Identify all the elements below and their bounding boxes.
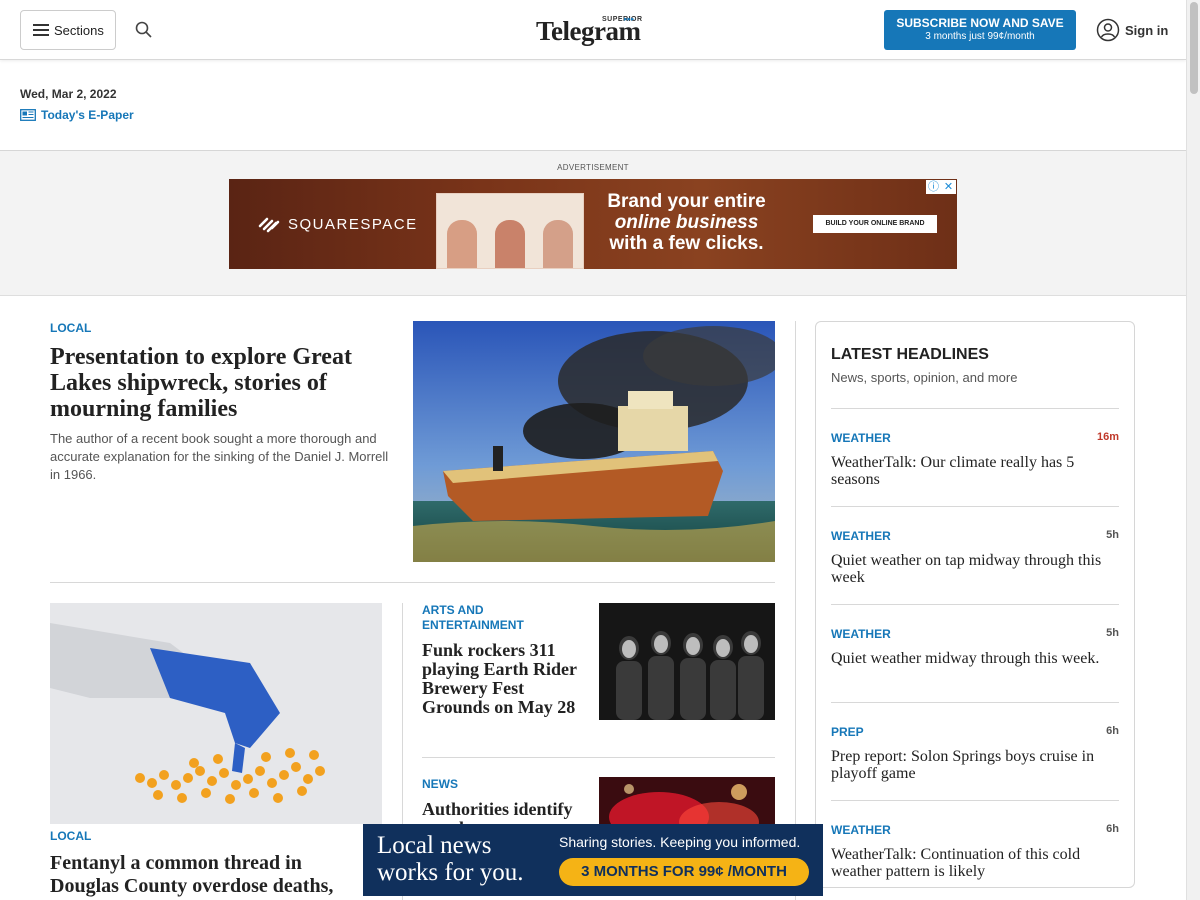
headline-title[interactable]: Quiet weather on tap midway through this… (831, 552, 1119, 586)
sign-in-link[interactable]: Sign in (1096, 18, 1168, 42)
subscribe-headline: SUBSCRIBE NOW AND SAVE (896, 16, 1064, 30)
lead-story-kicker[interactable]: LOCAL (50, 321, 91, 335)
story-headline[interactable]: Fentanyl a common thread in Douglas Coun… (50, 852, 370, 900)
ad-headline-line-1: Local news (377, 832, 492, 859)
page-scrollbar[interactable] (1186, 0, 1200, 900)
subscription-ad[interactable]: Local news works for you. Sharing storie… (363, 824, 823, 896)
e-paper-label: Today's E-Paper (41, 108, 134, 122)
sidebar-subtitle: News, sports, opinion, and more (831, 370, 1018, 385)
ad-copy: Brand your entire online business with a… (599, 191, 774, 254)
headline-item[interactable]: WEATHER 5h Quiet weather on tap midway t… (831, 506, 1119, 604)
headline-title[interactable]: Quiet weather midway through this week. (831, 650, 1119, 667)
headline-kicker[interactable]: WEATHER (831, 529, 891, 543)
shipwreck-freighter-image[interactable] (413, 321, 775, 562)
scrollbar-thumb[interactable] (1190, 2, 1198, 94)
headline-kicker[interactable]: WEATHER (831, 627, 891, 641)
sections-menu-button[interactable]: Sections (20, 10, 116, 50)
ad-copy-line-3: with a few clicks. (609, 233, 764, 254)
band-photo-image[interactable] (599, 603, 775, 720)
column-divider (795, 321, 796, 900)
ad-tagline: Sharing stories. Keeping you informed. (559, 834, 801, 850)
latest-headlines-panel: LATEST HEADLINES News, sports, opinion, … (815, 321, 1135, 888)
ad-copy-line-2: online business (614, 212, 759, 233)
squarespace-ad[interactable]: SQUARESPACE Brand your entire online bus… (229, 179, 957, 269)
story-headline[interactable]: Funk rockers 311 playing Earth Rider Bre… (422, 641, 582, 717)
headline-time: 6h (1106, 725, 1119, 737)
sections-label: Sections (54, 22, 104, 38)
squarespace-icon (258, 217, 280, 233)
ad-photo (436, 193, 584, 269)
story-divider (422, 757, 775, 758)
site-header: Sections SUPERIOR ▸▸▸ Telegram SUBSCRIBE… (0, 0, 1186, 60)
offer-button[interactable]: 3 MONTHS FOR 99¢ /MONTH (559, 858, 809, 886)
headline-item[interactable]: WEATHER 5h Quiet weather midway through … (831, 604, 1119, 702)
subscribe-offer: 3 months just 99¢/month (925, 31, 1035, 42)
story-kicker[interactable]: ARTS AND ENTERTAINMENT (422, 603, 582, 633)
site-logo[interactable]: SUPERIOR ▸▸▸ Telegram (532, 14, 654, 48)
headline-title[interactable]: WeatherTalk: Continuation of this cold w… (831, 846, 1119, 880)
ad-copy-line-1: Brand your entire (607, 191, 766, 212)
ad-info-icon[interactable]: ⓘ (926, 180, 941, 194)
hamburger-icon (33, 24, 49, 36)
lead-story-summary: The author of a recent book sought a mor… (50, 431, 389, 482)
headline-item[interactable]: PREP 6h Prep report: Solon Springs boys … (831, 702, 1119, 800)
story-kicker[interactable]: LOCAL (50, 829, 91, 843)
sign-in-label: Sign in (1125, 22, 1169, 38)
lead-story-headline[interactable]: Presentation to explore Great Lakes ship… (50, 344, 390, 422)
headline-item[interactable]: WEATHER 16m WeatherTalk: Our climate rea… (831, 408, 1119, 506)
section-divider (50, 582, 775, 583)
ad-cta-button[interactable]: BUILD YOUR ONLINE BRAND (813, 215, 937, 233)
headline-kicker[interactable]: PREP (831, 725, 864, 739)
current-date: Wed, Mar 2, 2022 (20, 87, 117, 101)
newspaper-icon (20, 109, 36, 121)
headline-time: 5h (1106, 627, 1119, 639)
advertisement-label: ADVERTISEMENT (557, 163, 629, 172)
headline-time: 16m (1096, 431, 1119, 443)
squarespace-logo: SQUARESPACE (257, 214, 418, 234)
ad-close-icon[interactable]: ✕ (941, 180, 956, 194)
fentanyl-pills-image[interactable] (50, 603, 382, 824)
user-icon (1096, 18, 1120, 42)
search-icon[interactable] (134, 20, 154, 40)
advertisement-band: ADVERTISEMENT SQUARESPACE Brand your ent… (0, 150, 1186, 296)
subscribe-button[interactable]: SUBSCRIBE NOW AND SAVE 3 months just 99¢… (884, 10, 1076, 50)
headline-kicker[interactable]: WEATHER (831, 431, 891, 445)
headline-item[interactable]: WEATHER 6h WeatherTalk: Continuation of … (831, 800, 1119, 886)
sidebar-title: LATEST HEADLINES (831, 346, 989, 363)
story-kicker[interactable]: NEWS (422, 777, 458, 791)
headline-kicker[interactable]: WEATHER (831, 823, 891, 837)
ad-controls: ⓘ ✕ (926, 180, 956, 194)
headline-time: 5h (1106, 529, 1119, 541)
ad-headline-line-2: works for you. (377, 859, 524, 886)
headline-time: 6h (1106, 823, 1119, 835)
headline-title[interactable]: Prep report: Solon Springs boys cruise i… (831, 748, 1119, 782)
headline-title[interactable]: WeatherTalk: Our climate really has 5 se… (831, 454, 1119, 488)
logo-telegram-text: Telegram (536, 16, 641, 46)
e-paper-link[interactable]: Today's E-Paper (20, 108, 134, 122)
ad-headline: Local news works for you. (377, 832, 524, 886)
squarespace-brand-text: SQUARESPACE (288, 215, 418, 233)
